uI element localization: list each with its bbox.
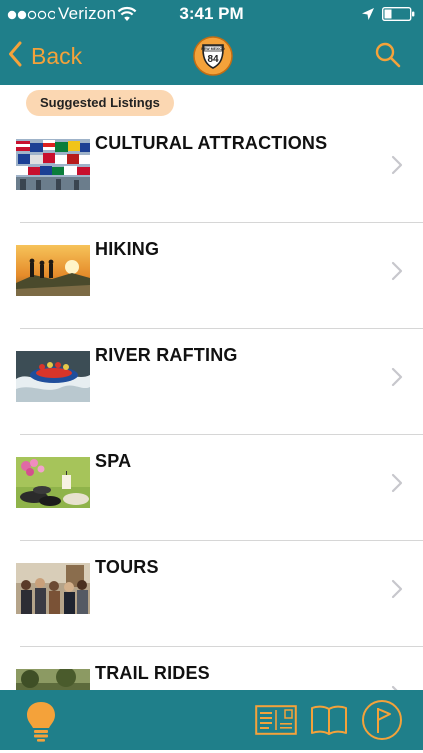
listing-title: TOURS <box>95 557 159 577</box>
tour-group-photo <box>16 563 90 614</box>
back-label: Back <box>31 42 83 69</box>
hikers-sunset-photo <box>16 245 90 296</box>
chevron-right-icon <box>391 261 403 286</box>
listing-row-tours[interactable]: TOURS <box>0 541 423 647</box>
status-time: 3:41 PM <box>179 4 244 23</box>
location-arrow-icon <box>361 7 375 26</box>
tab-bar <box>0 690 423 750</box>
tab-guide[interactable] <box>310 704 348 741</box>
suggested-listings-label: Suggested Listings <box>26 90 174 116</box>
listing-row-river-rafting[interactable]: RIVER RAFTING <box>0 329 423 435</box>
chevron-left-icon <box>8 41 22 72</box>
navigation-bar: Back NEW MEXICO 84 <box>0 28 423 85</box>
listing-row-cultural-attractions[interactable]: CULTURAL ATTRACTIONS <box>0 117 423 223</box>
rafting-photo <box>16 351 90 402</box>
search-icon <box>374 42 402 73</box>
spa-orchid-photo <box>16 457 90 508</box>
logo-state-text: NEW MEXICO <box>201 47 225 51</box>
postcard-icon <box>255 705 297 739</box>
battery-icon <box>381 6 416 26</box>
back-button[interactable]: Back <box>8 40 82 72</box>
search-button[interactable] <box>374 41 402 74</box>
chevron-right-icon <box>391 579 403 604</box>
listings-list: CULTURAL ATTRACTIONS HIKING RIVER RAFTIN… <box>0 117 423 753</box>
chevron-right-icon <box>391 367 403 392</box>
listing-title: SPA <box>95 451 132 471</box>
tab-map[interactable] <box>361 699 403 746</box>
tab-postcards[interactable] <box>255 705 297 740</box>
listing-title: TRAIL RIDES <box>95 663 210 683</box>
status-bar: Verizon 3:41 PM <box>0 0 423 28</box>
app-logo: NEW MEXICO 84 <box>193 36 233 81</box>
chevron-right-icon <box>391 155 403 180</box>
listing-title: CULTURAL ATTRACTIONS <box>95 133 328 153</box>
listing-row-spa[interactable]: SPA <box>0 435 423 541</box>
book-icon <box>310 705 348 740</box>
tab-suggestions[interactable] <box>24 700 58 747</box>
map-flag-icon <box>361 700 403 745</box>
listing-title: HIKING <box>95 239 160 259</box>
logo-route-number: 84 <box>207 54 219 65</box>
flags-photo <box>16 139 90 190</box>
lightbulb-icon <box>24 702 58 746</box>
chevron-right-icon <box>391 473 403 498</box>
listing-row-hiking[interactable]: HIKING <box>0 223 423 329</box>
listing-title: RIVER RAFTING <box>95 345 238 365</box>
